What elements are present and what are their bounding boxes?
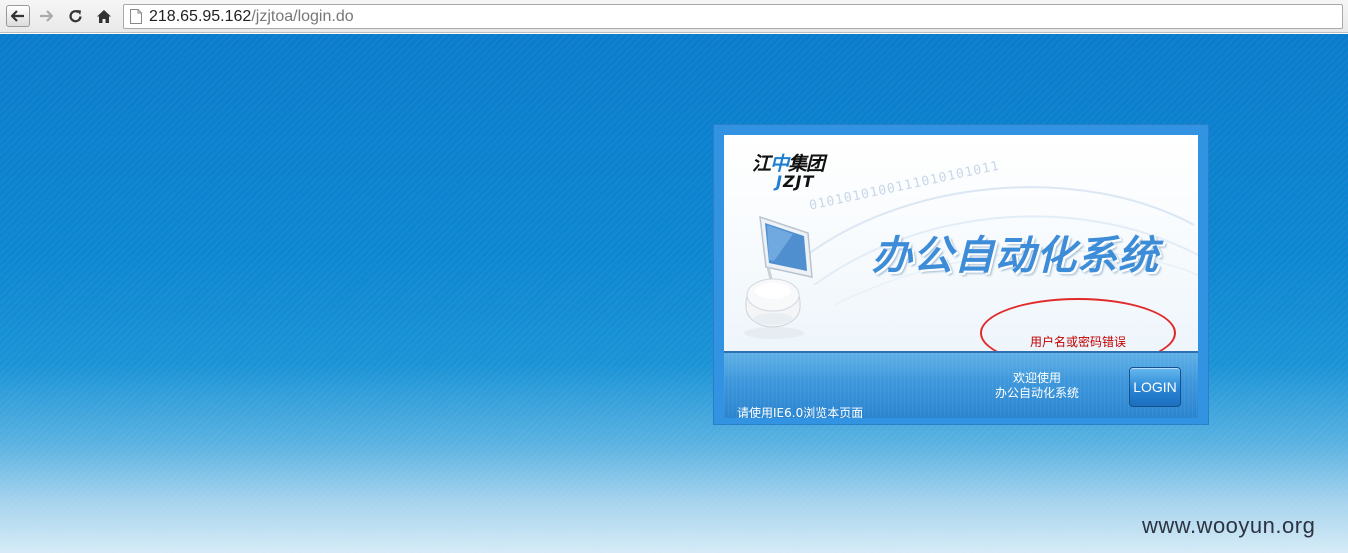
company-logo: 江中集团 JZJT [752, 149, 825, 191]
watermark: www.wooyun.org [1142, 513, 1316, 538]
welcome-text: 欢迎使用 办公自动化系统 [992, 371, 1082, 401]
login-banner: 0101010100111010101011 江中集团 JZJT 办公自动化系统… [724, 135, 1198, 368]
url-text: 218.65.95.162/jzjtoa/login.do [149, 8, 354, 26]
home-button[interactable] [92, 5, 116, 27]
system-title: 办公自动化系统 [872, 233, 1159, 279]
computer-illustration [744, 215, 813, 339]
login-panel: 0101010100111010101011 江中集团 JZJT 办公自动化系统… [713, 124, 1209, 425]
login-panel-inner: 0101010100111010101011 江中集团 JZJT 办公自动化系统… [724, 135, 1198, 418]
welcome-line-1: 欢迎使用 [1012, 371, 1061, 385]
reload-button[interactable] [63, 5, 87, 27]
page-icon [130, 9, 142, 24]
url-host: 218.65.95.162 [149, 7, 252, 25]
home-icon [97, 9, 111, 23]
ie-browser-note: 请使用IE6.0浏览本页面 [737, 406, 864, 418]
welcome-line-2: 办公自动化系统 [994, 386, 1079, 400]
login-bottom-bar: 欢迎使用 办公自动化系统 LOGIN 请使用IE6.0浏览本页面 [724, 351, 1198, 418]
forward-arrow-icon [40, 10, 53, 22]
page-background: 0101010100111010101011 江中集团 JZJT 办公自动化系统… [0, 34, 1348, 553]
address-bar[interactable]: 218.65.95.162/jzjtoa/login.do [123, 4, 1343, 29]
forward-button[interactable] [34, 5, 58, 27]
back-button[interactable] [6, 5, 30, 27]
login-button[interactable]: LOGIN [1129, 367, 1181, 407]
reload-icon [68, 9, 82, 22]
back-arrow-icon [11, 10, 24, 22]
url-path: /jzjtoa/login.do [251, 7, 354, 25]
browser-toolbar: 218.65.95.162/jzjtoa/login.do [0, 0, 1348, 33]
